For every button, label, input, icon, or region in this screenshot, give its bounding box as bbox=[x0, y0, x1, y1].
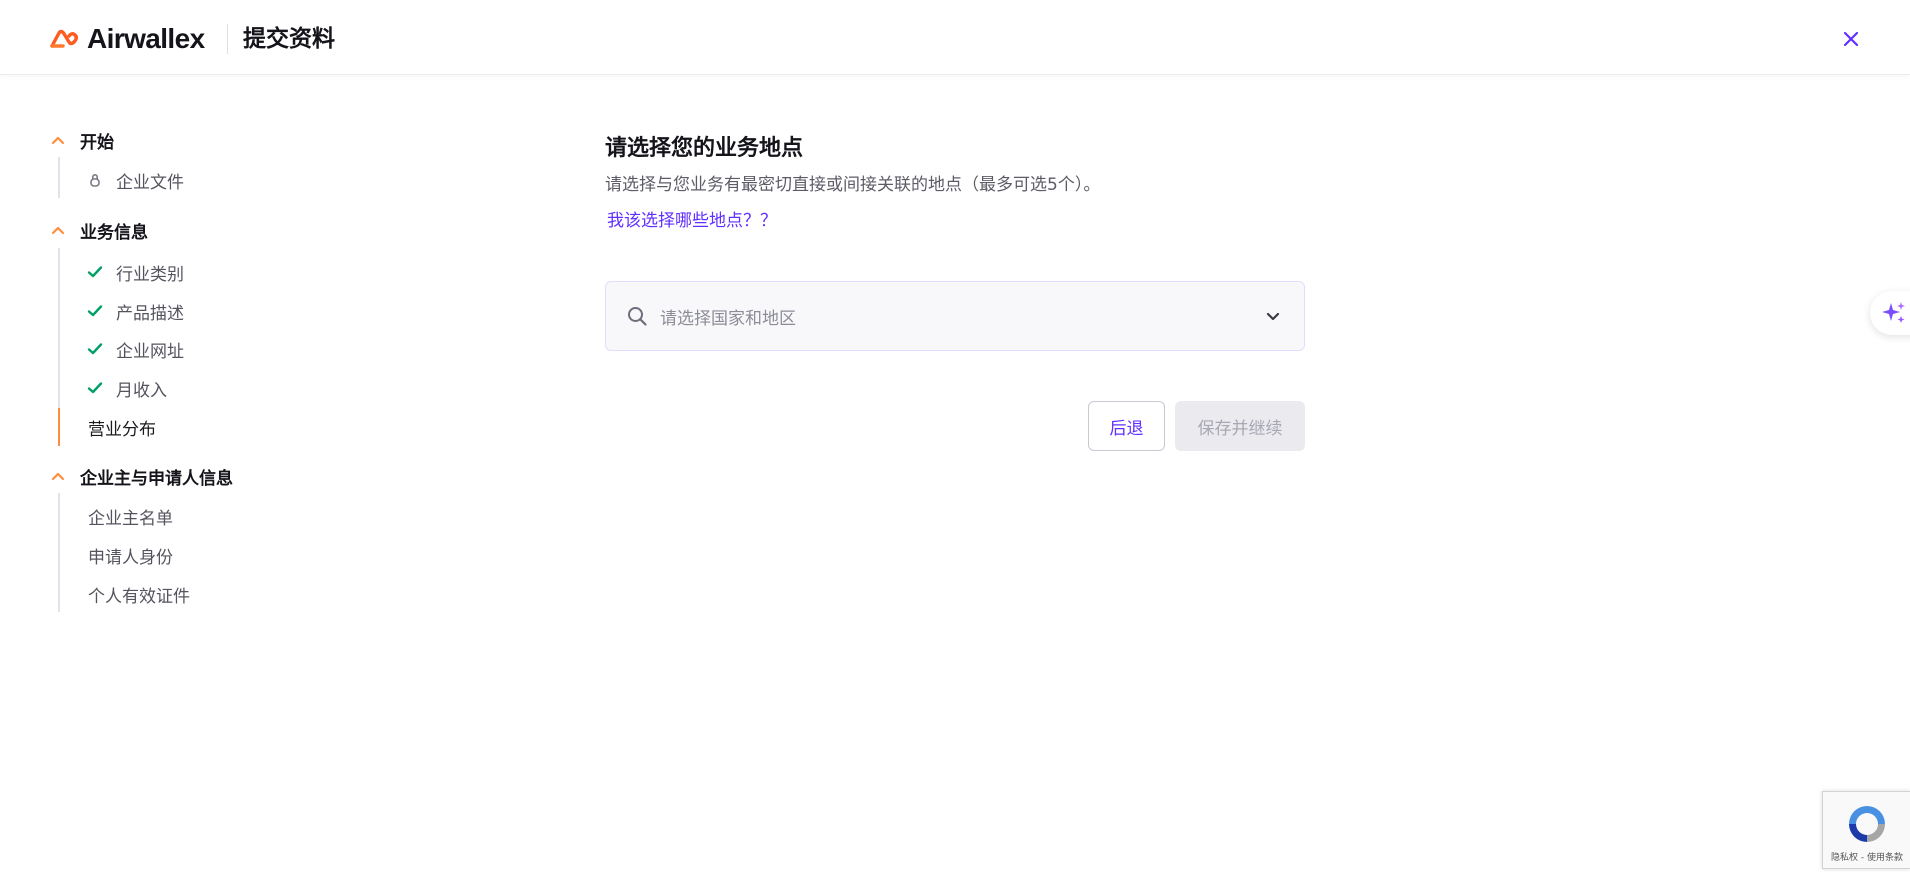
save-continue-button[interactable]: 保存并继续 bbox=[1175, 401, 1305, 451]
airwallex-logo-icon bbox=[50, 29, 78, 48]
sidebar-item-owner-list[interactable]: 企业主名单 bbox=[88, 504, 173, 529]
sidebar-item-company-documents[interactable]: 企业文件 bbox=[86, 168, 184, 193]
sidebar-item-personal-id[interactable]: 个人有效证件 bbox=[88, 582, 190, 607]
check-icon bbox=[86, 302, 104, 320]
sidebar-item-label: 申请人身份 bbox=[88, 547, 173, 568]
section-header-owners-applicant[interactable]: 企业主与申请人信息 bbox=[50, 464, 233, 489]
sidebar-item-label: 个人有效证件 bbox=[88, 586, 190, 607]
sidebar-item-label: 营业分布 bbox=[88, 419, 156, 440]
form-title: 请选择您的业务地点 bbox=[605, 136, 804, 161]
sidebar-item-label: 月收入 bbox=[116, 380, 167, 401]
sidebar-item-product-description[interactable]: 产品描述 bbox=[86, 299, 184, 324]
chevron-down-icon bbox=[1266, 312, 1280, 321]
search-icon bbox=[628, 307, 647, 326]
chevron-up-icon bbox=[51, 472, 65, 481]
select-placeholder: 请选择国家和地区 bbox=[660, 308, 796, 329]
header-divider bbox=[227, 24, 228, 54]
sidebar-item-monthly-revenue[interactable]: 月收入 bbox=[86, 376, 167, 401]
recaptcha-icon bbox=[1849, 806, 1885, 842]
sidebar-item-business-distribution[interactable]: 营业分布 bbox=[88, 415, 156, 440]
section-rail bbox=[58, 157, 60, 198]
check-icon bbox=[86, 263, 104, 281]
lock-icon bbox=[86, 171, 104, 189]
sidebar-item-label: 企业文件 bbox=[116, 172, 184, 193]
ai-assistant-button[interactable] bbox=[1870, 291, 1910, 335]
country-region-select[interactable]: 请选择国家和地区 bbox=[605, 281, 1305, 351]
recaptcha-terms[interactable]: 隐私权 - 使用条款 bbox=[1823, 852, 1910, 864]
section-rail bbox=[58, 493, 60, 612]
brand-name: Airwallex bbox=[87, 23, 205, 54]
sparkle-icon bbox=[1882, 302, 1905, 323]
section-rail bbox=[58, 248, 60, 411]
check-icon bbox=[86, 379, 104, 397]
check-icon bbox=[86, 340, 104, 358]
airwallex-logo: Airwallex bbox=[49, 23, 205, 54]
form-subtitle: 请选择与您业务有最密切直接或间接关联的地点（最多可选5个）。 bbox=[605, 175, 1101, 195]
back-button[interactable]: 后退 bbox=[1088, 401, 1165, 451]
close-icon bbox=[1843, 31, 1859, 47]
section-label: 业务信息 bbox=[80, 222, 148, 243]
sidebar-item-website[interactable]: 企业网址 bbox=[86, 337, 184, 362]
sidebar-item-applicant-identity[interactable]: 申请人身份 bbox=[88, 543, 173, 568]
sidebar-item-label: 企业网址 bbox=[116, 341, 184, 362]
page-title: 提交资料 bbox=[243, 26, 335, 52]
sidebar-item-label: 企业主名单 bbox=[88, 508, 173, 529]
chevron-up-icon bbox=[51, 226, 65, 235]
sidebar-item-label: 行业类别 bbox=[116, 264, 184, 285]
sidebar-item-label: 产品描述 bbox=[116, 303, 184, 324]
help-link[interactable]: 我该选择哪些地点？？ bbox=[607, 206, 777, 231]
sidebar-item-industry[interactable]: 行业类别 bbox=[86, 260, 184, 285]
section-label: 企业主与申请人信息 bbox=[80, 468, 233, 489]
top-header: Airwallex 提交资料 bbox=[0, 0, 1910, 75]
active-step-indicator bbox=[58, 408, 60, 446]
recaptcha-badge[interactable]: 隐私权 - 使用条款 bbox=[1822, 791, 1910, 869]
chevron-up-icon bbox=[51, 136, 65, 145]
close-button[interactable] bbox=[1836, 24, 1866, 54]
section-header-start[interactable]: 开始 bbox=[50, 128, 114, 153]
section-label: 开始 bbox=[80, 132, 114, 153]
section-header-business-info[interactable]: 业务信息 bbox=[50, 218, 148, 243]
